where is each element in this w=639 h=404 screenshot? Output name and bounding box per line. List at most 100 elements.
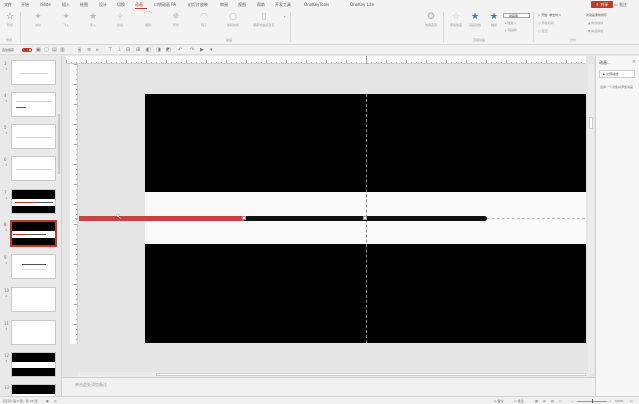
- zoom-level[interactable]: 100%: [615, 399, 624, 403]
- animation-painter-button[interactable]: 动画刷: [503, 13, 530, 18]
- effect-float-in[interactable]: ★ 浮入: [82, 12, 104, 27]
- tab-draw[interactable]: 绘图: [80, 2, 88, 8]
- horizontal-scroll-thumb[interactable]: [156, 373, 586, 376]
- ruler-tick: [75, 99, 77, 100]
- vertical-scrollbar[interactable]: [588, 64, 594, 374]
- ruler-tick: [75, 154, 77, 155]
- zoom-out-icon[interactable]: −: [571, 399, 574, 403]
- delay-field[interactable]: ◴ 延迟:: [538, 29, 549, 33]
- tab-home[interactable]: 开始: [21, 2, 29, 8]
- duration-field[interactable]: ◷ 持续时间:: [538, 21, 555, 25]
- save-icon[interactable]: ▣: [36, 47, 41, 53]
- effect-split[interactable]: ✧ 劈裂: [109, 12, 131, 27]
- align-center-icon[interactable]: ≡: [87, 47, 91, 53]
- slide-thumbnail[interactable]: [11, 60, 56, 85]
- spellcheck-icon[interactable]: ▣: [46, 399, 49, 403]
- effect-wipe[interactable]: ⌒ 擦除: [137, 12, 159, 27]
- slide-thumbnail-selected[interactable]: [10, 220, 57, 247]
- effect-wheel[interactable]: ◠ 轮子: [193, 12, 215, 27]
- slide-thumbnail[interactable]: [11, 92, 56, 117]
- fit-to-window-icon[interactable]: ⊡: [630, 399, 633, 403]
- notes-pane[interactable]: 单击此处添加备注: [62, 377, 595, 396]
- tab-view[interactable]: 视图: [238, 2, 246, 8]
- open-icon[interactable]: ▤: [52, 47, 57, 53]
- slideshow-icon[interactable]: ▶: [200, 47, 204, 53]
- painter-menu[interactable]: ▸ 动画刷: [505, 28, 516, 32]
- tab-islide[interactable]: iSlide: [40, 2, 51, 7]
- notes-placeholder: 单击此处添加备注: [75, 382, 107, 387]
- start-field[interactable]: ▷ 开始: 单击时 ▾: [538, 13, 561, 17]
- normal-view-icon[interactable]: ▦: [535, 399, 538, 403]
- close-icon[interactable]: ×: [632, 59, 636, 65]
- add-animation-button[interactable]: ☆ 添加动画: [446, 12, 466, 27]
- distribute-icon[interactable]: ⊟: [126, 47, 130, 53]
- tab-design[interactable]: 设计: [99, 2, 107, 8]
- ruler-tick: [576, 61, 577, 63]
- align-left-icon[interactable]: ⫷: [78, 47, 81, 53]
- align-top-icon[interactable]: ⊤: [108, 47, 112, 53]
- comments-toggle[interactable]: ▭ 批注: [514, 399, 524, 403]
- autosave-toggle[interactable]: [22, 48, 32, 52]
- animation-pane-button[interactable]: ★ 动画窗格: [466, 12, 484, 27]
- align-middle-icon[interactable]: ⊥: [117, 47, 121, 53]
- slide-thumbnail[interactable]: [11, 384, 56, 396]
- tab-insert[interactable]: 插入: [62, 2, 70, 8]
- tab-file[interactable]: 文件: [4, 2, 12, 8]
- new-icon[interactable]: ▢: [44, 47, 49, 53]
- notes-toggle[interactable]: ≡ 备注: [494, 399, 503, 403]
- tab-help[interactable]: 帮助: [257, 2, 265, 8]
- undo-icon[interactable]: ↶: [178, 47, 182, 53]
- tab-onekey-lite[interactable]: OneKey Lite: [350, 2, 374, 7]
- reading-view-icon[interactable]: ▤: [551, 399, 554, 403]
- print-icon[interactable]: ▥: [60, 47, 65, 53]
- selection-handle[interactable]: [363, 216, 367, 220]
- move-later-button[interactable]: ▼ 向后移动: [588, 29, 603, 33]
- effect-options-button[interactable]: ✪ 效果选项: [420, 12, 442, 27]
- trigger-menu[interactable]: ▸ 触发 ▾: [505, 21, 516, 25]
- move-earlier-button[interactable]: ▲ 向前移动: [588, 21, 603, 25]
- align-right-icon[interactable]: ⫸: [96, 47, 99, 53]
- zoom-slider-knob[interactable]: [592, 399, 593, 403]
- slide-thumbnail[interactable]: [11, 156, 56, 181]
- red-progress-bar-shape[interactable]: [79, 216, 244, 221]
- format-icon[interactable]: ◨: [156, 47, 161, 53]
- tab-transitions[interactable]: 切换: [117, 2, 125, 8]
- accessibility-icon[interactable]: ◎: [54, 399, 57, 403]
- ruler-tick: [281, 61, 282, 63]
- slide-thumbnail[interactable]: [11, 189, 56, 214]
- tab-developer[interactable]: 开发工具: [275, 2, 291, 8]
- tab-pocket-animation[interactable]: 口袋动画 PA: [154, 2, 176, 8]
- trigger-button[interactable]: ★ 触发: [485, 12, 503, 27]
- slide-thumbnail[interactable]: [11, 320, 56, 345]
- vertical-scroll-thumb[interactable]: [589, 117, 593, 129]
- play-all-button[interactable]: ▶ 全部播放: [599, 70, 635, 78]
- slideshow-view-icon[interactable]: ▭: [559, 399, 562, 403]
- thumbnail-scrollbar[interactable]: [58, 114, 60, 174]
- picture-icon[interactable]: ◧: [146, 47, 151, 53]
- effect-swivel[interactable]: ▯ 翻转式由远及近: [250, 12, 278, 27]
- effect-fly-in[interactable]: ✦ 飞入: [55, 12, 77, 27]
- effect-fade[interactable]: ✦ 淡化: [27, 12, 49, 27]
- zoom-in-icon[interactable]: +: [609, 399, 612, 403]
- sorter-view-icon[interactable]: ⊞: [543, 399, 546, 403]
- redo-icon[interactable]: ↷: [190, 47, 194, 53]
- selection-handle[interactable]: [242, 216, 246, 220]
- ruler-tick: [171, 61, 172, 63]
- ruler-tick: [441, 61, 442, 63]
- tab-review[interactable]: 审阅: [220, 2, 228, 8]
- group-icon[interactable]: ⊞: [136, 47, 140, 53]
- effect-random-bars[interactable]: ○ 随机线条: [221, 12, 245, 27]
- gallery-scroll[interactable]: ▾: [282, 12, 287, 22]
- slide-thumbnail[interactable]: [11, 287, 56, 312]
- share-button[interactable]: ⇪ 共享: [591, 1, 613, 8]
- more-icon[interactable]: ▾: [210, 47, 213, 53]
- effect-shape[interactable]: ✵ 形状: [165, 12, 187, 27]
- shape-icon[interactable]: ◩: [166, 47, 171, 53]
- slide-thumbnail[interactable]: [11, 352, 56, 377]
- preview-button[interactable]: ☆ 预览: [3, 12, 17, 27]
- slide-thumbnail[interactable]: [11, 124, 56, 149]
- slide-thumbnail[interactable]: [11, 254, 56, 279]
- tab-slideshow[interactable]: 幻灯片放映: [188, 2, 208, 8]
- tab-onekeytools[interactable]: OneKeyTools: [304, 2, 329, 7]
- comment-button[interactable]: ▭ 批注: [614, 1, 627, 8]
